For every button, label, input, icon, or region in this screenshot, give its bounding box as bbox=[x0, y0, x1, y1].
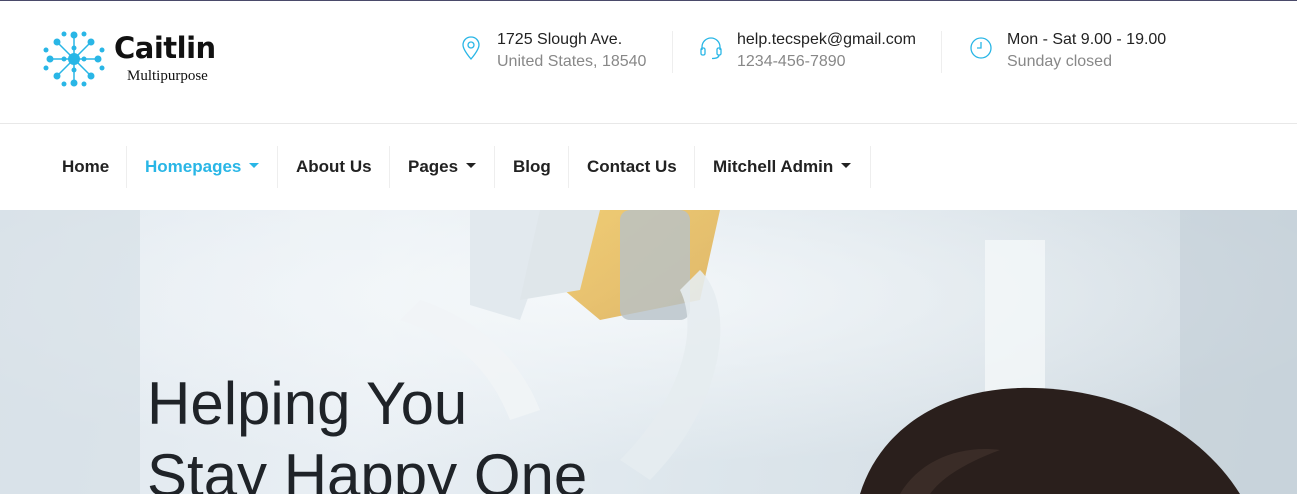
logo-name: Caitlin bbox=[114, 31, 216, 65]
closed-days: Sunday closed bbox=[1007, 53, 1112, 70]
hero-title-line: Stay Happy One bbox=[147, 442, 588, 494]
nav-label: Mitchell Admin bbox=[713, 157, 834, 176]
email-address[interactable]: help.tecspek@gmail.com bbox=[737, 31, 916, 49]
nav-label: Contact Us bbox=[587, 157, 677, 176]
divider bbox=[672, 31, 673, 73]
phone-number[interactable]: 1234-456-7890 bbox=[737, 53, 846, 71]
headset-icon bbox=[700, 37, 722, 60]
chevron-down-icon bbox=[249, 163, 260, 169]
address-line: 1725 Slough Ave. bbox=[497, 31, 623, 48]
logo-subtitle: Multipurpose bbox=[127, 68, 208, 84]
hero-title: Helping You Stay Happy One bbox=[147, 368, 587, 494]
address-country: United States, 18540 bbox=[497, 53, 647, 70]
chevron-down-icon bbox=[841, 163, 852, 169]
divider bbox=[941, 31, 942, 73]
main-navigation: Home Homepages About Us Pages Blog Conta… bbox=[0, 124, 1297, 210]
nav-blog[interactable]: Blog bbox=[495, 146, 569, 188]
nav-homepages[interactable]: Homepages bbox=[127, 146, 278, 188]
clock-icon bbox=[970, 37, 992, 59]
nav-label: Homepages bbox=[145, 157, 242, 176]
hero-banner: Helping You Stay Happy One bbox=[0, 210, 1297, 494]
nav-label: Blog bbox=[513, 157, 551, 176]
nav-contact-us[interactable]: Contact Us bbox=[569, 146, 695, 188]
nav-user-menu[interactable]: Mitchell Admin bbox=[695, 146, 871, 188]
chevron-down-icon bbox=[466, 163, 477, 169]
network-dots-icon bbox=[43, 31, 105, 87]
contact-address: 1725 Slough Ave. United States, 18540 bbox=[459, 31, 659, 75]
nav-label: About Us bbox=[296, 157, 372, 176]
site-logo[interactable]: Caitlin Multipurpose bbox=[42, 29, 242, 89]
nav-pages[interactable]: Pages bbox=[390, 146, 495, 188]
nav-label: Home bbox=[62, 157, 110, 176]
site-header: Caitlin Multipurpose 1725 Slough Ave. Un… bbox=[0, 1, 1297, 124]
opening-hours: Mon - Sat 9.00 - 19.00 bbox=[1007, 31, 1167, 48]
contact-hours: Mon - Sat 9.00 - 19.00 Sunday closed bbox=[969, 31, 1189, 75]
nav-label: Pages bbox=[408, 157, 459, 176]
map-pin-icon bbox=[462, 36, 480, 60]
hero-title-line: Helping You bbox=[147, 370, 468, 437]
contact-email: help.tecspek@gmail.com 1234-456-7890 bbox=[699, 31, 929, 75]
nav-about-us[interactable]: About Us bbox=[278, 146, 390, 188]
nav-home[interactable]: Home bbox=[44, 146, 127, 188]
